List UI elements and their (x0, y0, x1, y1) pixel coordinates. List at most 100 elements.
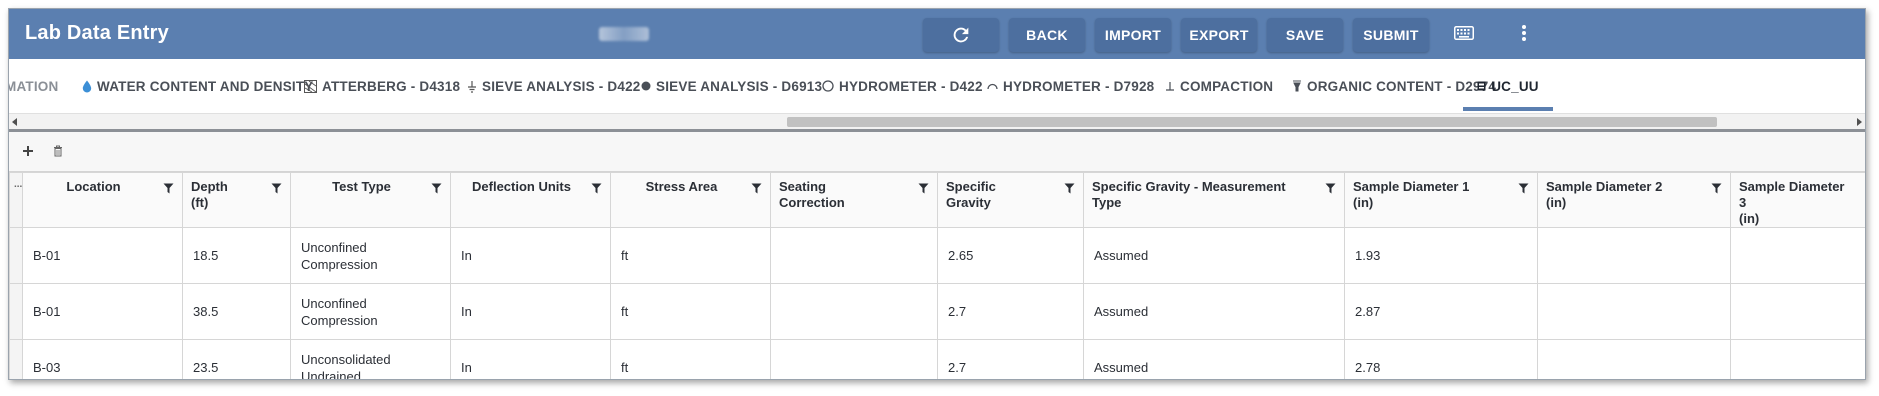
tab-compaction[interactable]: COMPACTION (1165, 59, 1273, 113)
cell-sample-diameter-1[interactable]: 1.93 (1344, 227, 1538, 284)
import-button[interactable]: IMPORT (1095, 18, 1171, 52)
scrollbar-thumb[interactable] (787, 117, 1717, 127)
blurred-project-name (599, 27, 649, 41)
row-handle-header[interactable]: ... (9, 172, 23, 228)
column-header-specific-gravity[interactable]: Specific Gravity (937, 172, 1084, 228)
cell-location[interactable]: B-03 (22, 339, 183, 379)
cell-sample-diameter-1[interactable]: 2.78 (1344, 339, 1538, 379)
tab-label: HYDROMETER - D422 (839, 78, 983, 94)
column-header-sg-measurement-type[interactable]: Specific Gravity - Measurement Type (1083, 172, 1345, 228)
delete-row-button[interactable] (47, 142, 69, 164)
data-table: ... Location Depth (ft) Test Type Deflec… (9, 172, 1865, 379)
tab-hydrometer-d422[interactable]: HYDROMETER - D422 (822, 59, 983, 113)
cell-seating-correction[interactable] (770, 283, 938, 340)
tab-information[interactable]: MATION (9, 59, 58, 113)
column-header-sample-diameter-3[interactable]: Sample Diameter 3 (in) (1730, 172, 1865, 228)
cell-sample-diameter-3[interactable] (1730, 339, 1865, 379)
tab-sieve-d422[interactable]: SIEVE ANALYSIS - D422 (467, 59, 641, 113)
cell-test-type[interactable]: Unconfined Compression (290, 283, 451, 340)
column-header-depth[interactable]: Depth (ft) (182, 172, 291, 228)
cell-sample-diameter-1[interactable]: 2.87 (1344, 283, 1538, 340)
cell-deflection-units[interactable]: In (450, 283, 611, 340)
cell-depth[interactable]: 38.5 (182, 283, 291, 340)
header-label: Depth (191, 179, 228, 194)
column-header-sample-diameter-1[interactable]: Sample Diameter 1 (in) (1344, 172, 1538, 228)
tab-uc-uu[interactable]: UC_UU (1463, 59, 1553, 113)
cell-stress-area[interactable]: ft (610, 339, 771, 379)
cell-deflection-units[interactable]: In (450, 339, 611, 379)
save-button[interactable]: SAVE (1267, 18, 1343, 52)
cell-stress-area[interactable]: ft (610, 227, 771, 284)
table-row[interactable]: B-01 18.5 Unconfined Compression In ft 2.… (9, 227, 1865, 284)
cell-specific-gravity[interactable]: 2.7 (937, 339, 1084, 379)
grid-toolbar (9, 132, 1865, 172)
tab-label: SIEVE ANALYSIS - D6913 (656, 78, 823, 94)
tabs-scrollbar[interactable] (9, 113, 1865, 129)
cell-sample-diameter-2[interactable] (1537, 283, 1731, 340)
cell-test-type[interactable]: Unconfined Compression (290, 227, 451, 284)
cell-stress-area[interactable]: ft (610, 283, 771, 340)
header-label: Test Type (332, 179, 391, 194)
add-row-button[interactable] (17, 142, 39, 164)
cell-sample-diameter-3[interactable] (1730, 227, 1865, 284)
scroll-left-icon[interactable] (12, 118, 17, 126)
filter-icon[interactable] (591, 182, 602, 198)
back-button[interactable]: BACK (1009, 18, 1085, 52)
tab-sieve-d6913[interactable]: SIEVE ANALYSIS - D6913 (641, 59, 822, 113)
flask-icon (1292, 80, 1302, 92)
data-grid: ... Location Depth (ft) Test Type Deflec… (9, 172, 1865, 379)
column-header-deflection-units[interactable]: Deflection Units (450, 172, 611, 228)
column-header-sample-diameter-2[interactable]: Sample Diameter 2 (in) (1537, 172, 1731, 228)
filter-icon[interactable] (751, 182, 762, 198)
cell-sample-diameter-2[interactable] (1537, 339, 1731, 379)
tab-atterberg[interactable]: ATTERBERG - D4318 (304, 59, 460, 113)
tab-water-content[interactable]: WATER CONTENT AND DENSITY (82, 59, 314, 113)
keyboard-button[interactable] (1439, 18, 1489, 52)
row-handle[interactable] (9, 339, 23, 379)
more-options-button[interactable] (1504, 18, 1544, 52)
submit-button[interactable]: SUBMIT (1353, 18, 1429, 52)
cell-seating-correction[interactable] (770, 227, 938, 284)
filter-icon[interactable] (1711, 182, 1722, 198)
cell-depth[interactable]: 23.5 (182, 339, 291, 379)
filter-icon[interactable] (431, 182, 442, 198)
cell-deflection-units[interactable]: In (450, 227, 611, 284)
circle-icon (822, 80, 834, 92)
cell-sg-measurement-type[interactable]: Assumed (1083, 339, 1345, 379)
filter-icon[interactable] (163, 182, 174, 198)
cell-sg-measurement-type[interactable]: Assumed (1083, 227, 1345, 284)
refresh-button[interactable] (923, 18, 999, 52)
scroll-right-icon[interactable] (1857, 118, 1862, 126)
cell-line: Unconfined (301, 239, 367, 255)
cell-test-type[interactable]: Unconsolidated Undrained (290, 339, 451, 379)
filter-icon[interactable] (1518, 182, 1529, 198)
table-row[interactable]: B-01 38.5 Unconfined Compression In ft 2.… (9, 283, 1865, 340)
column-header-test-type[interactable]: Test Type (290, 172, 451, 228)
filter-icon[interactable] (1064, 182, 1075, 198)
column-header-seating-correction[interactable]: Seating Correction (770, 172, 938, 228)
tab-label: UC_UU (1491, 78, 1539, 94)
cell-line: Unconsolidated (301, 351, 391, 367)
column-header-location[interactable]: Location (22, 172, 183, 228)
filter-icon[interactable] (271, 182, 282, 198)
cell-sample-diameter-2[interactable] (1537, 227, 1731, 284)
perpendicular-icon (1165, 81, 1175, 91)
tab-hydrometer-d7928[interactable]: HYDROMETER - D7928 (987, 59, 1154, 113)
cell-location[interactable]: B-01 (22, 227, 183, 284)
table-row[interactable]: B-03 23.5 Unconsolidated Undrained In ft … (9, 339, 1865, 379)
cell-seating-correction[interactable] (770, 339, 938, 379)
column-header-stress-area[interactable]: Stress Area (610, 172, 771, 228)
cell-sg-measurement-type[interactable]: Assumed (1083, 283, 1345, 340)
header-label: Sample Diameter 1 (1353, 179, 1470, 194)
cell-specific-gravity[interactable]: 2.65 (937, 227, 1084, 284)
export-button[interactable]: EXPORT (1181, 18, 1257, 52)
filter-icon[interactable] (1325, 182, 1336, 198)
header-label: Sample Diameter 2 (1546, 179, 1663, 194)
cell-depth[interactable]: 18.5 (182, 227, 291, 284)
cell-specific-gravity[interactable]: 2.7 (937, 283, 1084, 340)
cell-location[interactable]: B-01 (22, 283, 183, 340)
row-handle[interactable] (9, 283, 23, 340)
row-handle[interactable] (9, 227, 23, 284)
filter-icon[interactable] (918, 182, 929, 198)
cell-sample-diameter-3[interactable] (1730, 283, 1865, 340)
